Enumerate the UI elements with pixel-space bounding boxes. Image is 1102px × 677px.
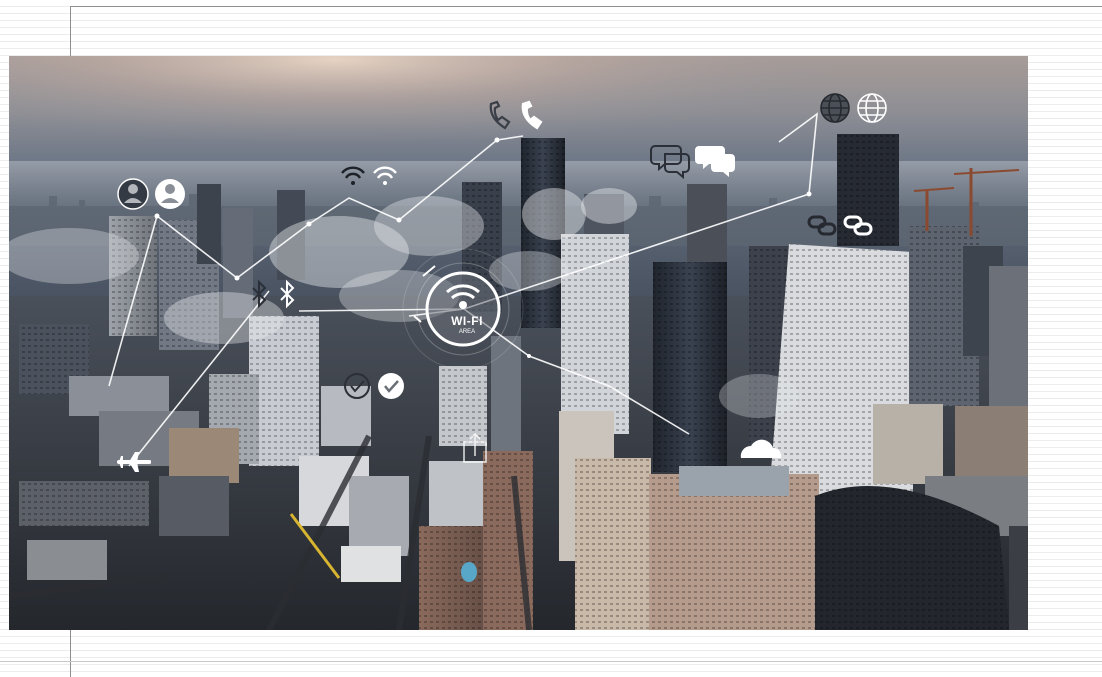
rooftop-pool — [461, 562, 477, 582]
wifi-badge-title: WI-FI — [451, 314, 483, 328]
slide-border-bottom — [0, 661, 1102, 662]
wifi-badge-subtitle: AREA — [458, 329, 476, 335]
city-photo: WI-FI AREA — [9, 56, 1028, 630]
slide-border-top — [70, 6, 1102, 7]
right-towers — [649, 134, 1028, 630]
